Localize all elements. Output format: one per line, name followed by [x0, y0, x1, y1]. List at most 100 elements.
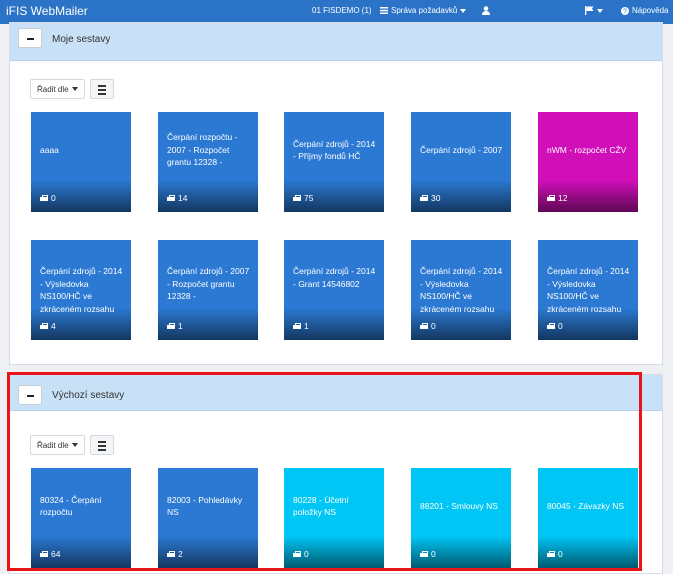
- tile-print-count: 64: [40, 549, 60, 559]
- report-tile[interactable]: Čerpání zdrojů - 2014 - Příjmy fondů HČ 7…: [284, 112, 384, 212]
- printer-icon: [293, 322, 301, 330]
- printer-icon: [167, 550, 175, 558]
- caret-down-icon: [71, 443, 78, 447]
- tile-label-text: 82003 - Pohledávky NS: [167, 494, 243, 518]
- tile-count-value: 4: [51, 321, 56, 331]
- tile-label-text: Čerpání zdrojů - 2007: [420, 144, 503, 155]
- requests-menu-label: Správa požadavků: [391, 6, 458, 15]
- tile-count-value: 1: [178, 321, 183, 331]
- list-view-button[interactable]: [90, 79, 114, 99]
- tile-print-count: 2: [167, 549, 183, 559]
- question-icon: ?: [621, 6, 629, 15]
- collapse-button[interactable]: [18, 28, 42, 48]
- tile-print-count: 30: [420, 193, 440, 203]
- user-icon: [482, 6, 490, 15]
- tile-label-text: Čerpání zdrojů - 2014 - Příjmy fondů HČ: [293, 138, 376, 162]
- tile-count-value: 0: [51, 193, 56, 203]
- tile-label-text: 88201 - Smlouvy NS: [420, 500, 498, 511]
- help-link[interactable]: ? Nápověda: [621, 6, 668, 15]
- printer-icon: [293, 550, 301, 558]
- tile-label: Čerpání zdrojů - 2014 - Příjmy fondů HČ: [293, 112, 378, 188]
- tile-count-value: 0: [304, 549, 309, 559]
- app-brand[interactable]: iFIS WebMailer: [6, 4, 88, 18]
- collapse-button[interactable]: [18, 385, 42, 405]
- flag-icon: [585, 6, 594, 15]
- sort-button[interactable]: Řadit dle: [30, 79, 85, 99]
- tile-label-text: Čerpání zdrojů - 2014 - Výsledovka NS100…: [40, 266, 123, 314]
- tile-label-text: Čerpání zdrojů - 2007 - Rozpočet grantu …: [167, 266, 250, 301]
- tile-label-text: Čerpání rozpočtu - 2007 - Rozpočet grant…: [167, 132, 238, 168]
- language-menu[interactable]: [585, 6, 603, 15]
- report-tile[interactable]: Čerpání zdrojů - 2007 30: [411, 112, 511, 212]
- printer-icon: [420, 322, 428, 330]
- tile-print-count: 1: [293, 321, 309, 331]
- panel-header: Moje sestavy: [10, 23, 662, 61]
- tile-label-text: 80045 - Závazky NS: [547, 500, 625, 511]
- svg-text:?: ?: [623, 8, 627, 14]
- tile-print-count: 0: [420, 321, 436, 331]
- panel-title: Moje sestavy: [52, 34, 111, 45]
- tile-count-value: 14: [178, 193, 188, 203]
- tile-count-value: 2: [178, 549, 183, 559]
- user-menu[interactable]: [482, 6, 490, 15]
- report-tile[interactable]: 88201 - Smlouvy NS 0: [411, 468, 511, 568]
- tile-print-count: 14: [167, 193, 187, 203]
- report-tile[interactable]: 82003 - Pohledávky NS 2: [158, 468, 258, 568]
- tile-print-count: 1: [167, 321, 183, 331]
- tile-label-text: Čerpání zdrojů - 2014 - Výsledovka NS100…: [547, 266, 630, 314]
- tile-count-value: 0: [431, 321, 436, 331]
- tile-label: 88201 - Smlouvy NS: [420, 468, 505, 544]
- report-tile[interactable]: 80228 - Účetní položky NS 0: [284, 468, 384, 568]
- tile-label-text: 80324 - Čerpání rozpočtu: [40, 494, 102, 518]
- tile-print-count: 0: [420, 549, 436, 559]
- report-tile[interactable]: Čerpání zdrojů - 2007 - Rozpočet grantu …: [158, 240, 258, 340]
- printer-icon: [167, 322, 175, 330]
- tile-count-value: 0: [558, 321, 563, 331]
- printer-icon: [40, 322, 48, 330]
- caret-down-icon: [597, 8, 603, 13]
- tile-print-count: 75: [293, 193, 313, 203]
- printer-icon: [40, 194, 48, 202]
- report-tile[interactable]: Čerpání rozpočtu - 2007 - Rozpočet grant…: [158, 112, 258, 212]
- sort-button[interactable]: Řadit dle: [30, 435, 85, 455]
- tile-label-text: Čerpání zdrojů - 2014 - Výsledovka NS100…: [420, 266, 503, 314]
- tile-label: nWM - rozpočet CŽV: [547, 112, 632, 188]
- tile-label: Čerpání rozpočtu - 2007 - Rozpočet grant…: [167, 112, 252, 188]
- sort-label: Řadit dle: [37, 84, 69, 94]
- tile-count-value: 0: [558, 549, 563, 559]
- list-view-button[interactable]: [90, 435, 114, 455]
- report-tile[interactable]: Čerpání zdrojů - 2014 - Výsledovka NS100…: [31, 240, 131, 340]
- help-label: Nápověda: [632, 6, 669, 15]
- tile-label-text: nWM - rozpočet CŽV: [547, 144, 627, 155]
- report-tile[interactable]: Čerpání zdrojů - 2014 - Grant 14546802 1: [284, 240, 384, 340]
- panel-header: Výchozí sestavy: [10, 375, 662, 411]
- printer-icon: [293, 194, 301, 202]
- printer-icon: [547, 194, 555, 202]
- report-tile[interactable]: Čerpání zdrojů - 2014 - Výsledovka NS100…: [411, 240, 511, 340]
- tile-print-count: 4: [40, 321, 56, 331]
- report-tile[interactable]: aaaa 0: [31, 112, 131, 212]
- report-tile[interactable]: 80324 - Čerpání rozpočtu 64: [31, 468, 131, 568]
- tile-print-count: 0: [547, 321, 563, 331]
- tile-label: Čerpání zdrojů - 2007: [420, 112, 505, 188]
- requests-menu[interactable]: Správa požadavků: [380, 6, 467, 15]
- printer-icon: [547, 550, 555, 558]
- printer-icon: [167, 194, 175, 202]
- tile-print-count: 0: [293, 549, 309, 559]
- report-tile[interactable]: nWM - rozpočet CŽV 12: [538, 112, 638, 212]
- tile-label: Čerpání zdrojů - 2014 - Grant 14546802: [293, 265, 378, 290]
- report-tile[interactable]: 80045 - Závazky NS 0: [538, 468, 638, 568]
- tile-print-count: 0: [547, 549, 563, 559]
- tile-label: 80228 - Účetní položky NS: [293, 468, 378, 544]
- org-selector[interactable]: 01 FISDEMO (1): [312, 6, 372, 15]
- tile-count-value: 1: [304, 321, 309, 331]
- tile-count-value: 64: [51, 549, 61, 559]
- printer-icon: [420, 550, 428, 558]
- org-label: 01 FISDEMO (1): [312, 6, 372, 15]
- sort-label: Řadit dle: [37, 440, 69, 450]
- tile-label: 80045 - Závazky NS: [547, 468, 632, 544]
- tile-label-text: Čerpání zdrojů - 2014 - Grant 14546802: [293, 266, 376, 289]
- report-tile[interactable]: Čerpání zdrojů - 2014 - Výsledovka NS100…: [538, 240, 638, 340]
- top-navbar: iFIS WebMailer 01 FISDEMO (1) Správa pož…: [0, 0, 673, 24]
- list-icon: [380, 7, 388, 14]
